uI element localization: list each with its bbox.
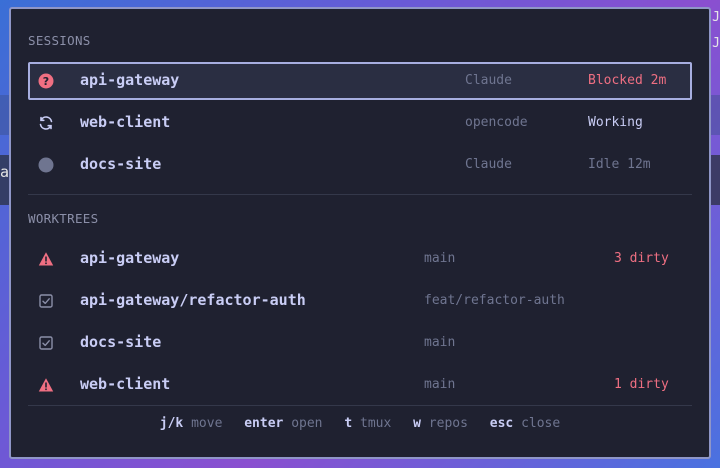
session-name: web-client: [80, 113, 171, 131]
warning-icon: [38, 251, 54, 267]
session-row-docs-site[interactable]: docs-site Claude Idle 12m: [28, 146, 692, 184]
hint-key: t: [344, 416, 353, 431]
session-name: api-gateway: [80, 71, 180, 89]
worktree-name: docs-site: [80, 333, 162, 351]
session-agent: opencode: [465, 115, 528, 130]
background-text-top: J: [712, 10, 720, 25]
hint-desc: tmux: [360, 416, 392, 431]
worktree-branch: feat/refactor-auth: [424, 293, 565, 308]
worktree-row-docs-site[interactable]: docs-site main: [28, 324, 692, 362]
worktree-row-web-client[interactable]: web-client main 1 dirty: [28, 366, 692, 404]
checkbox-icon: [38, 335, 54, 351]
question-circle-icon: ?: [38, 73, 54, 89]
hint-key: esc: [489, 416, 514, 431]
hint-desc: repos: [428, 416, 468, 431]
warning-icon: [38, 377, 54, 393]
hint-desc: close: [521, 416, 561, 431]
checkbox-icon: [38, 293, 54, 309]
hint-key: enter: [244, 416, 284, 431]
footer-divider: [28, 405, 692, 406]
worktree-row-api-gateway[interactable]: api-gateway main 3 dirty: [28, 240, 692, 278]
session-name: docs-site: [80, 155, 162, 173]
worktree-name: api-gateway/refactor-auth: [80, 291, 306, 309]
hint-desc: open: [291, 416, 323, 431]
svg-text:?: ?: [43, 75, 49, 88]
background-text-right: J: [712, 36, 720, 51]
hint-repos[interactable]: w repos: [413, 416, 468, 431]
worktree-name: web-client: [80, 375, 171, 393]
worktree-row-api-gateway-refactor-auth[interactable]: api-gateway/refactor-auth feat/refactor-…: [28, 282, 692, 320]
session-row-api-gateway[interactable]: ? api-gateway Claude Blocked 2m: [28, 62, 692, 100]
worktrees-header: WORKTREES: [28, 211, 99, 226]
hint-open[interactable]: enter open: [244, 416, 322, 431]
session-status: Idle 12m: [588, 157, 651, 172]
worktree-branch: main: [424, 377, 456, 392]
worktree-branch: main: [424, 335, 456, 350]
session-agent: Claude: [465, 157, 512, 172]
session-picker-modal: SESSIONS ? api-gateway Claude Blocked 2m…: [9, 7, 711, 459]
session-agent: Claude: [465, 73, 512, 88]
hint-desc: move: [191, 416, 223, 431]
hint-move[interactable]: j/k move: [160, 416, 223, 431]
worktree-branch: main: [424, 251, 456, 266]
background-text: a: [0, 163, 10, 181]
session-status: Working: [588, 115, 643, 130]
worktree-status: 1 dirty: [614, 377, 669, 392]
hint-tmux[interactable]: t tmux: [344, 416, 391, 431]
section-divider: [28, 194, 692, 195]
session-row-web-client[interactable]: web-client opencode Working: [28, 104, 692, 142]
sessions-header: SESSIONS: [28, 33, 91, 48]
worktree-status: 3 dirty: [614, 251, 669, 266]
worktree-name: api-gateway: [80, 249, 180, 267]
hint-key: w: [413, 416, 421, 431]
session-status: Blocked 2m: [588, 73, 667, 88]
refresh-icon: [38, 115, 54, 131]
keyboard-hints: j/k move enter open t tmux w repos esc c…: [11, 416, 709, 431]
hint-close[interactable]: esc close: [490, 416, 560, 431]
idle-dot-icon: [38, 157, 54, 173]
hint-key: j/k: [159, 416, 184, 431]
